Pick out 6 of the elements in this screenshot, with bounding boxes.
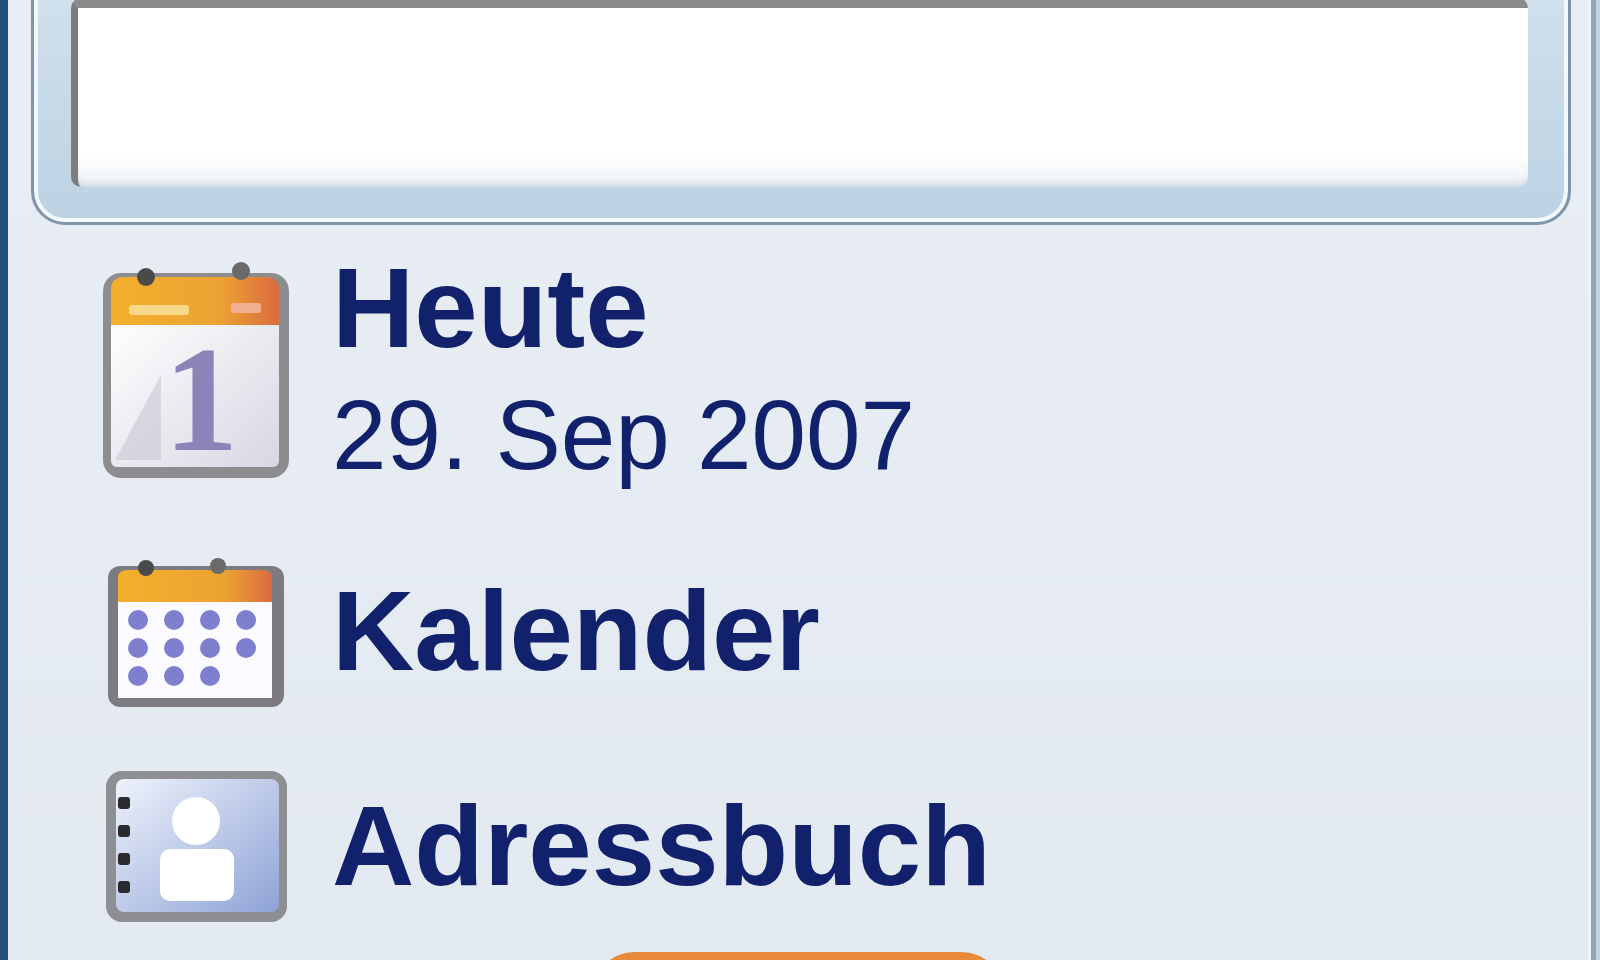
input-field[interactable]: [71, 0, 1528, 187]
menu-item-label[interactable]: Kalender: [332, 563, 820, 701]
contact-book-icon: [103, 769, 289, 925]
date-text: 29. Sep 2007: [332, 378, 916, 492]
menu-item-label[interactable]: Adressbuch: [332, 778, 991, 916]
menu-item-label[interactable]: Heute: [332, 240, 649, 377]
